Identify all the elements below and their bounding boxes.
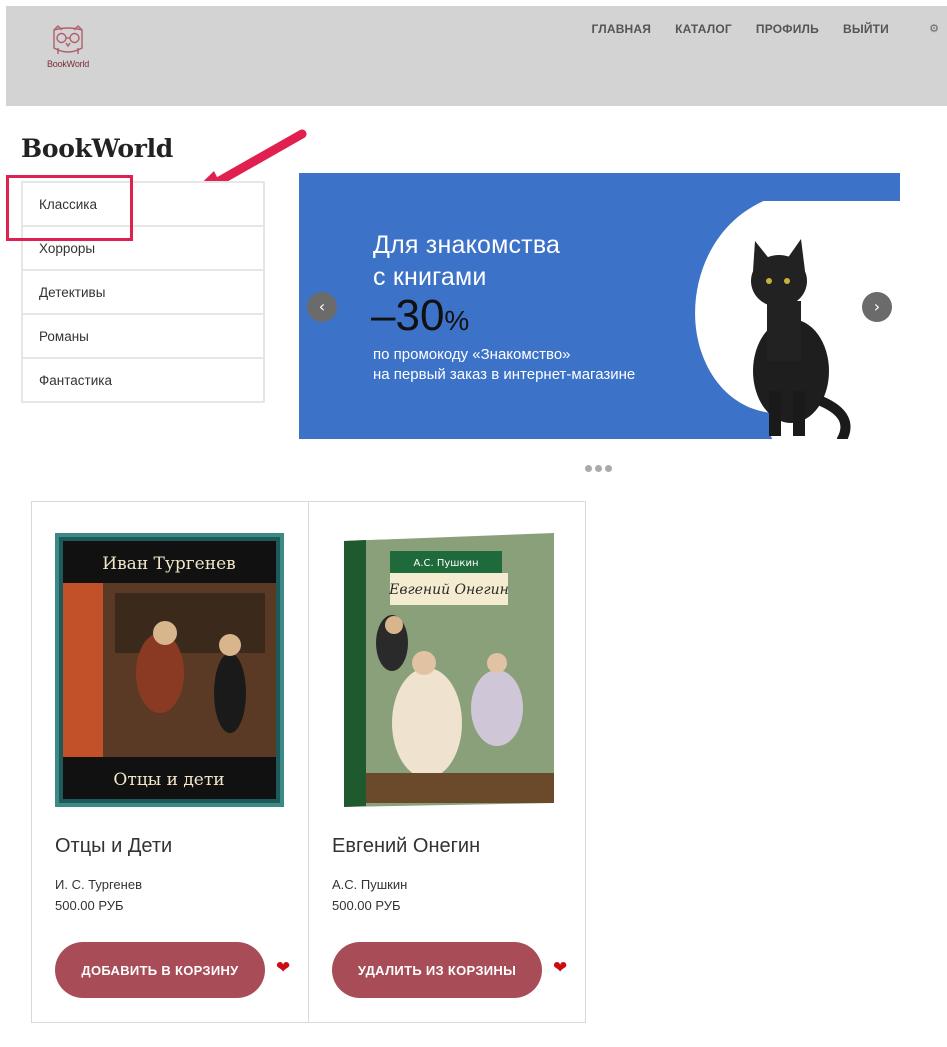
slider-dot[interactable] [585,465,592,472]
favorite-heart-icon[interactable]: ❤ [553,960,567,977]
site-header: BookWorld ГЛАВНАЯ КАТАЛОГ ПРОФИЛЬ ВЫЙТИ … [6,6,947,106]
cat-image [695,201,900,439]
product-card: А.С. Пушкин Евгений Онегин Евгений Онеги… [308,501,586,1023]
book-title[interactable]: Отцы и Дети [55,835,172,858]
book-cover-image[interactable]: А.С. Пушкин Евгений Онегин [332,533,561,807]
slider-next-button[interactable]: › [862,292,892,322]
book-author: А.С. Пушкин [332,877,408,892]
page-title: BookWorld [21,134,173,163]
category-item-horror[interactable]: Хорроры [21,225,265,271]
cover-title-text: Отцы и дети [113,770,224,790]
add-to-cart-button[interactable]: ДОБАВИТЬ В КОРЗИНУ [55,942,265,998]
book-author: И. С. Тургенев [55,877,142,892]
book-price: 500.00 РУБ [55,898,124,913]
nav-catalog[interactable]: КАТАЛОГ [675,22,732,36]
category-item-romance[interactable]: Романы [21,313,265,359]
slider-dot[interactable] [605,465,612,472]
settings-icon[interactable]: ⚙ [929,22,939,35]
category-item-classics[interactable]: Классика [21,181,265,227]
nav-home[interactable]: ГЛАВНАЯ [592,22,652,36]
slider-dot[interactable] [595,465,602,472]
cover-author-text: А.С. Пушкин [413,558,478,569]
discount-value: –30 [371,291,445,340]
remove-from-cart-button[interactable]: УДАЛИТЬ ИЗ КОРЗИНЫ [332,942,542,998]
banner-headline-2: с книгами [373,263,487,291]
promo-banner[interactable]: Для знакомства с книгами –30% по промоко… [299,173,900,439]
product-card: Иван Тургенев Отцы и дети Отцы и Дети И.… [31,501,309,1023]
logo[interactable]: BookWorld [36,24,100,76]
banner-promo-text-1: по промокоду «Знакомство» [373,346,571,363]
book-title[interactable]: Евгений Онегин [332,835,480,858]
category-item-fantasy[interactable]: Фантастика [21,357,265,403]
book-cover-image[interactable]: Иван Тургенев Отцы и дети [55,533,284,807]
banner-headline-1: Для знакомства [373,231,561,259]
book-price: 500.00 РУБ [332,898,401,913]
logo-text: BookWorld [46,59,90,69]
category-list: Классика Хорроры Детективы Романы Фантас… [21,181,265,403]
slider-dots [585,465,612,472]
banner-promo-text-2: на первый заказ в интернет-магазине [373,366,636,383]
product-grid: Иван Тургенев Отцы и дети Отцы и Дети И.… [31,501,586,1023]
cover-title-text: Евгений Онегин [388,582,509,598]
discount-percent: % [444,305,470,336]
nav-profile[interactable]: ПРОФИЛЬ [756,22,819,36]
category-item-detective[interactable]: Детективы [21,269,265,315]
banner-discount: –30% [371,291,469,341]
owl-logo-icon [53,25,83,54]
nav-logout[interactable]: ВЫЙТИ [843,22,889,36]
slider-prev-button[interactable]: ‹ [307,292,337,322]
main-nav: ГЛАВНАЯ КАТАЛОГ ПРОФИЛЬ ВЫЙТИ ⚙ [568,22,940,36]
cover-author-text: Иван Тургенев [102,554,235,574]
favorite-heart-icon[interactable]: ❤ [276,960,290,977]
